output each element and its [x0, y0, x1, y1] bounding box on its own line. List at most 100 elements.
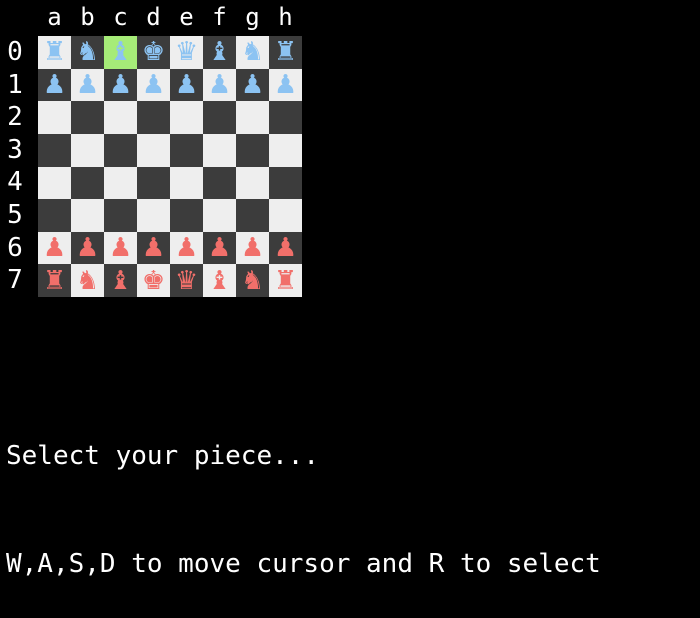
file-label-b: b — [80, 3, 95, 31]
square-h1[interactable]: ♟ — [269, 68, 302, 102]
square-h5[interactable] — [269, 199, 302, 232]
square-a0[interactable]: ♜ — [38, 36, 71, 69]
red-rook-icon[interactable]: ♜ — [274, 268, 297, 294]
square-e5[interactable] — [170, 199, 203, 232]
red-pawn-icon[interactable]: ♟ — [43, 235, 66, 261]
square-a6[interactable]: ♟ — [38, 231, 71, 265]
square-g0[interactable]: ♞ — [236, 36, 269, 69]
square-e4[interactable] — [170, 166, 203, 200]
square-h0[interactable]: ♜ — [269, 36, 302, 69]
red-pawn-icon[interactable]: ♟ — [76, 235, 99, 261]
square-g5[interactable] — [236, 199, 269, 232]
square-d4[interactable] — [137, 166, 170, 200]
square-b7[interactable]: ♞ — [71, 264, 104, 297]
chess-board[interactable]: ♜ ♞ ♝ ♚ ♛ ♝ ♞ ♜ ♟ ♟ ♟ ♟ ♟ ♟ ♟ ♟ ♟ ♟ ♟ ♟ ♟ ♟ ♟ ♟ ♜ ♞ ♝ ♚ ♛ ♝ ♞ ♜ — [38, 36, 302, 297]
red-king-icon[interactable]: ♚ — [142, 268, 165, 294]
square-h6[interactable]: ♟ — [269, 231, 302, 265]
square-a2[interactable] — [38, 101, 71, 134]
square-b1[interactable]: ♟ — [71, 68, 104, 102]
red-pawn-icon[interactable]: ♟ — [274, 235, 297, 261]
blue-pawn-icon[interactable]: ♟ — [76, 72, 99, 98]
square-c1[interactable]: ♟ — [104, 68, 137, 102]
square-f2[interactable] — [203, 101, 236, 134]
square-h3[interactable] — [269, 133, 302, 167]
square-h4[interactable] — [269, 166, 302, 200]
blue-knight-icon[interactable]: ♞ — [241, 39, 264, 65]
red-pawn-icon[interactable]: ♟ — [208, 235, 231, 261]
square-b4[interactable] — [71, 166, 104, 200]
square-b0[interactable]: ♞ — [71, 36, 104, 69]
square-e0[interactable]: ♛ — [170, 36, 203, 69]
square-e6[interactable]: ♟ — [170, 231, 203, 265]
blue-pawn-icon[interactable]: ♟ — [208, 72, 231, 98]
square-f3[interactable] — [203, 133, 236, 167]
square-c0[interactable]: ♝ — [104, 36, 137, 69]
square-a5[interactable] — [38, 199, 71, 232]
red-queen-icon[interactable]: ♛ — [175, 268, 198, 294]
square-d6[interactable]: ♟ — [137, 231, 170, 265]
blue-pawn-icon[interactable]: ♟ — [175, 72, 198, 98]
red-pawn-icon[interactable]: ♟ — [241, 235, 264, 261]
square-f7[interactable]: ♝ — [203, 264, 236, 297]
blue-pawn-icon[interactable]: ♟ — [43, 72, 66, 98]
red-knight-icon[interactable]: ♞ — [241, 268, 264, 294]
square-c7[interactable]: ♝ — [104, 264, 137, 297]
square-g4[interactable] — [236, 166, 269, 200]
square-f0[interactable]: ♝ — [203, 36, 236, 69]
square-d1[interactable]: ♟ — [137, 68, 170, 102]
square-a1[interactable]: ♟ — [38, 68, 71, 102]
square-c5[interactable] — [104, 199, 137, 232]
square-e3[interactable] — [170, 133, 203, 167]
red-bishop-icon[interactable]: ♝ — [208, 268, 231, 294]
square-f4[interactable] — [203, 166, 236, 200]
square-b3[interactable] — [71, 133, 104, 167]
square-f5[interactable] — [203, 199, 236, 232]
square-a7[interactable]: ♜ — [38, 264, 71, 297]
blue-rook-icon[interactable]: ♜ — [274, 39, 297, 65]
red-knight-icon[interactable]: ♞ — [76, 268, 99, 294]
square-b2[interactable] — [71, 101, 104, 134]
square-g7[interactable]: ♞ — [236, 264, 269, 297]
square-h7[interactable]: ♜ — [269, 264, 302, 297]
rank-labels: 01234567 — [0, 36, 30, 297]
square-c3[interactable] — [104, 133, 137, 167]
red-pawn-icon[interactable]: ♟ — [175, 235, 198, 261]
square-g2[interactable] — [236, 101, 269, 134]
blue-pawn-icon[interactable]: ♟ — [109, 72, 132, 98]
square-f6[interactable]: ♟ — [203, 231, 236, 265]
square-d7[interactable]: ♚ — [137, 264, 170, 297]
blue-pawn-icon[interactable]: ♟ — [142, 72, 165, 98]
blue-rook-icon[interactable]: ♜ — [43, 39, 66, 65]
square-d5[interactable] — [137, 199, 170, 232]
square-g6[interactable]: ♟ — [236, 231, 269, 265]
blue-knight-icon[interactable]: ♞ — [76, 39, 99, 65]
blue-queen-icon[interactable]: ♛ — [175, 39, 198, 65]
blue-pawn-icon[interactable]: ♟ — [274, 72, 297, 98]
square-a4[interactable] — [38, 166, 71, 200]
blue-bishop-icon[interactable]: ♝ — [109, 39, 132, 65]
square-c2[interactable] — [104, 101, 137, 134]
square-a3[interactable] — [38, 133, 71, 167]
square-d0[interactable]: ♚ — [137, 36, 170, 69]
square-b5[interactable] — [71, 199, 104, 232]
square-h2[interactable] — [269, 101, 302, 134]
square-e2[interactable] — [170, 101, 203, 134]
square-e1[interactable]: ♟ — [170, 68, 203, 102]
square-b6[interactable]: ♟ — [71, 231, 104, 265]
square-g3[interactable] — [236, 133, 269, 167]
red-pawn-icon[interactable]: ♟ — [109, 235, 132, 261]
red-pawn-icon[interactable]: ♟ — [142, 235, 165, 261]
square-d2[interactable] — [137, 101, 170, 134]
square-d3[interactable] — [137, 133, 170, 167]
square-g1[interactable]: ♟ — [236, 68, 269, 102]
square-c4[interactable] — [104, 166, 137, 200]
blue-bishop-icon[interactable]: ♝ — [208, 39, 231, 65]
square-f1[interactable]: ♟ — [203, 68, 236, 102]
rank-label-4: 4 — [7, 167, 23, 198]
square-e7[interactable]: ♛ — [170, 264, 203, 297]
square-c6[interactable]: ♟ — [104, 231, 137, 265]
red-bishop-icon[interactable]: ♝ — [109, 268, 132, 294]
red-rook-icon[interactable]: ♜ — [43, 268, 66, 294]
blue-king-icon[interactable]: ♚ — [142, 39, 165, 65]
blue-pawn-icon[interactable]: ♟ — [241, 72, 264, 98]
